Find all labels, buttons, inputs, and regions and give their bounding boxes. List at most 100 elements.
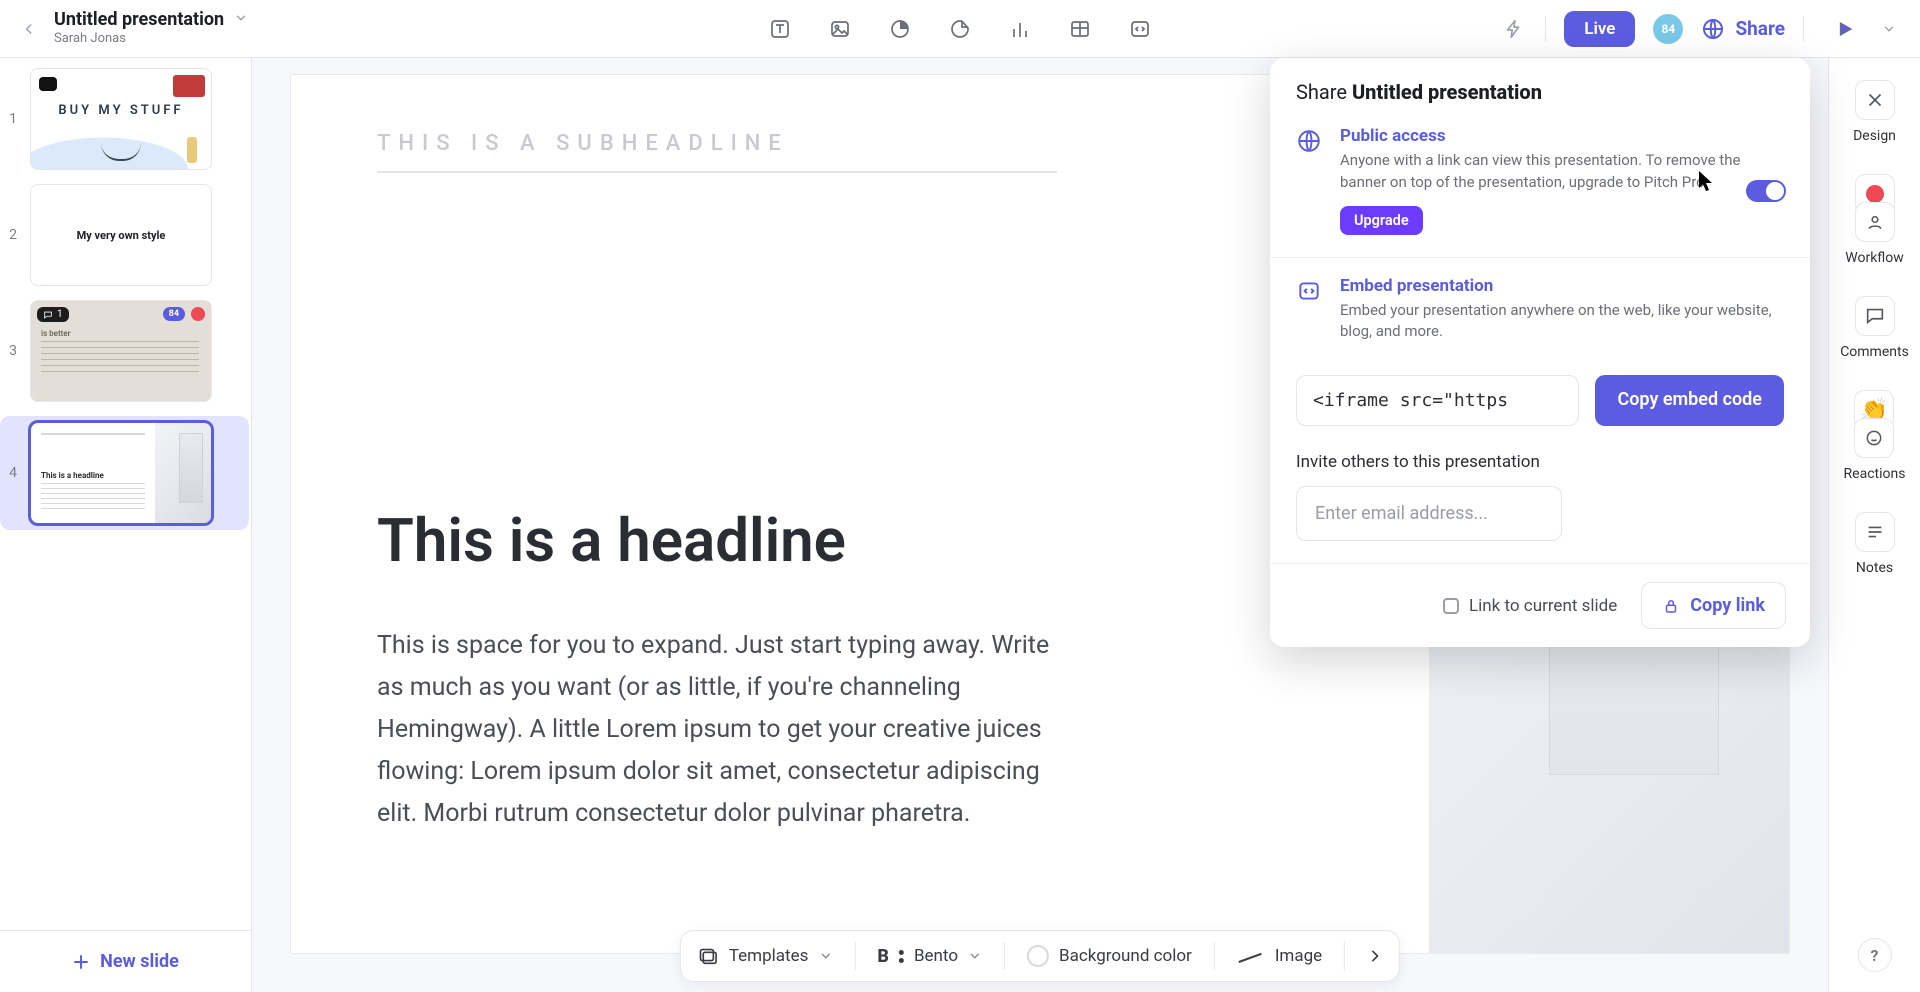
slide-subheadline[interactable]: THIS IS A SUBHEADLINE: [377, 131, 789, 156]
thumb-1-title: BUY MY STUFF: [31, 103, 211, 118]
smile-icon: [1854, 418, 1894, 458]
comments-icon: [1855, 296, 1895, 336]
title-menu-chevron[interactable]: [234, 11, 248, 29]
thumb-row: 2 My very own style: [6, 184, 243, 286]
layout-label: Bento: [914, 946, 958, 966]
copy-embed-button[interactable]: Copy embed code: [1595, 375, 1784, 426]
divider: [1344, 942, 1345, 970]
checkbox-icon: [1443, 598, 1459, 614]
divider: [1545, 16, 1546, 42]
image-button[interactable]: Image: [1237, 946, 1322, 966]
thumb-2-text: My very own style: [77, 229, 166, 242]
help-button[interactable]: ?: [1858, 938, 1892, 972]
slide-thumb-3[interactable]: 1 84 is better: [30, 300, 212, 402]
recording-dot: [191, 307, 205, 321]
embed-code-field[interactable]: <iframe src="https: [1296, 375, 1579, 426]
toolbar-next-button[interactable]: [1367, 948, 1383, 964]
record-dot-icon: [1866, 185, 1884, 203]
comment-badge[interactable]: 1: [37, 307, 69, 322]
collab-pill: 84: [163, 307, 185, 321]
insert-text-button[interactable]: [767, 16, 793, 42]
presentation-owner: Sarah Jonas: [54, 32, 248, 47]
reactions-tab[interactable]: 👏 Reactions: [1844, 390, 1906, 482]
slide-thumb-4[interactable]: This is a headline: [30, 422, 212, 524]
insert-embed-button[interactable]: [1127, 16, 1153, 42]
upgrade-button[interactable]: Upgrade: [1340, 206, 1423, 235]
share-title-prefix: Share: [1296, 80, 1352, 104]
thumb-4-heading: This is a headline: [41, 471, 104, 480]
invite-email-input[interactable]: [1296, 486, 1562, 541]
insert-shape-button[interactable]: [887, 16, 913, 42]
person-icon: [1855, 202, 1895, 242]
thumb-3-body: [41, 341, 199, 375]
templates-button[interactable]: Templates: [697, 945, 833, 967]
thumb-4-door: [179, 433, 203, 503]
background-color-button[interactable]: Background color: [1027, 945, 1192, 967]
slide-rule: [377, 171, 1057, 173]
background-label: Background color: [1059, 946, 1192, 966]
top-right-controls: Live 84 Share: [1501, 11, 1902, 47]
thumb-4-room: [155, 423, 211, 523]
embed-desc: Embed your presentation anywhere on the …: [1340, 300, 1784, 344]
public-access-title: Public access: [1340, 126, 1784, 146]
workflow-label: Workflow: [1845, 250, 1904, 266]
insert-sticker-button[interactable]: [947, 16, 973, 42]
thumb-1-lamp: [187, 137, 197, 163]
back-button[interactable]: [18, 18, 40, 40]
insert-image-button[interactable]: [827, 16, 853, 42]
slide-toolbar: Templates B Bento Background color Image: [680, 930, 1400, 982]
slide-thumbnails[interactable]: 1 BUY MY STUFF 2 My very own style 3: [0, 58, 251, 930]
quick-actions-button[interactable]: [1501, 16, 1527, 42]
public-access-toggle[interactable]: [1746, 180, 1786, 202]
templates-label: Templates: [729, 946, 809, 966]
link-current-slide-checkbox[interactable]: Link to current slide: [1443, 596, 1617, 616]
bold-b-icon: B: [877, 946, 889, 967]
divider: [1004, 942, 1005, 970]
toggle-knob: [1766, 182, 1784, 200]
layout-button[interactable]: B Bento: [877, 946, 982, 967]
thumb-number: 3: [6, 343, 20, 359]
insert-chart-button[interactable]: [1007, 16, 1033, 42]
present-button[interactable]: [1832, 16, 1858, 42]
globe-icon: [1296, 128, 1324, 235]
image-label: Image: [1275, 946, 1322, 966]
reactions-label: Reactions: [1844, 466, 1906, 482]
thumb-number: 4: [6, 465, 20, 481]
new-slide-label: New slide: [100, 951, 179, 972]
chevron-right-icon: [1367, 948, 1383, 964]
plus-icon: [72, 953, 90, 971]
comments-label: Comments: [1840, 344, 1909, 360]
image-line-icon: [1237, 947, 1265, 965]
divider: [1214, 942, 1215, 970]
workflow-tab[interactable]: Workflow: [1845, 174, 1904, 266]
notes-tab[interactable]: Notes: [1855, 512, 1895, 576]
share-panel-title: Share Untitled presentation: [1270, 58, 1810, 120]
design-tab[interactable]: Design: [1853, 80, 1896, 144]
embed-title: Embed presentation: [1340, 276, 1784, 296]
comments-tab[interactable]: Comments: [1840, 296, 1909, 360]
copy-link-button[interactable]: Copy link: [1641, 582, 1786, 629]
design-label: Design: [1853, 128, 1896, 144]
presentation-title[interactable]: Untitled presentation: [54, 10, 224, 31]
thumb-row: 4 This is a headline: [0, 416, 249, 530]
thumb-3-heading: is better: [41, 329, 71, 338]
present-options-button[interactable]: [1876, 16, 1902, 42]
title-block: Untitled presentation Sarah Jonas: [54, 10, 248, 48]
share-panel-footer: Link to current slide Copy link: [1270, 563, 1810, 647]
share-label: Share: [1735, 17, 1785, 40]
share-button[interactable]: Share: [1701, 17, 1785, 41]
collaborator-avatar[interactable]: 84: [1653, 14, 1683, 44]
share-panel: Share Untitled presentation Public acces…: [1270, 58, 1810, 647]
live-button[interactable]: Live: [1564, 11, 1635, 47]
slide-headline[interactable]: This is a headline: [377, 505, 846, 576]
slide-body[interactable]: This is space for you to expand. Just st…: [377, 625, 1077, 835]
insert-table-button[interactable]: [1067, 16, 1093, 42]
new-slide-button[interactable]: New slide: [0, 930, 251, 992]
divider: [854, 942, 855, 970]
slide-thumb-1[interactable]: BUY MY STUFF: [30, 68, 212, 170]
lock-icon: [1662, 597, 1680, 615]
slide-thumb-2[interactable]: My very own style: [30, 184, 212, 286]
globe-icon: [1701, 17, 1725, 41]
comment-icon: [43, 310, 53, 320]
share-title-name: Untitled presentation: [1352, 80, 1542, 104]
